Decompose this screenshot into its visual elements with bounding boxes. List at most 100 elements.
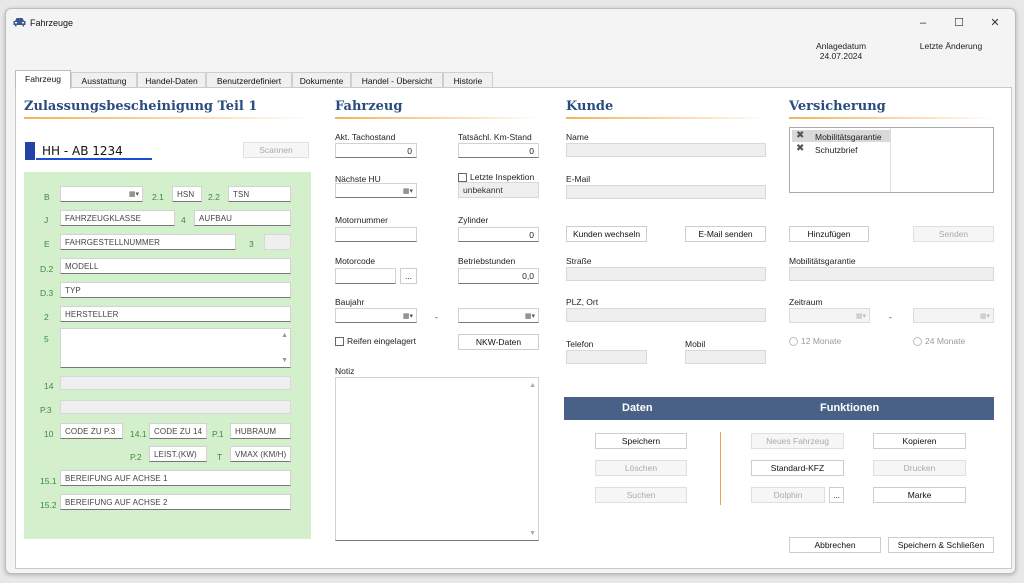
notiz-textarea[interactable]: ▲ ▼: [335, 377, 539, 541]
dolphin-button[interactable]: Dolphin: [751, 487, 825, 503]
telefon-field[interactable]: [566, 350, 647, 364]
pruefziffer-field[interactable]: [264, 234, 291, 250]
window-title: Fahrzeuge: [30, 18, 74, 28]
tsn-field[interactable]: TSN: [228, 186, 291, 202]
letzte-inspektion-field[interactable]: unbekannt: [458, 182, 539, 198]
speichern-schliessen-button[interactable]: Speichern & Schließen: [888, 537, 994, 553]
letzte-inspektion-checkbox-row[interactable]: Letzte Inspektion: [458, 172, 534, 182]
tab-benutzerdefiniert[interactable]: Benutzerdefiniert: [206, 72, 292, 88]
motornummer-field[interactable]: [335, 227, 417, 242]
code-14-field[interactable]: CODE ZU 14: [149, 423, 207, 439]
abbrechen-button[interactable]: Abbrechen: [789, 537, 881, 553]
remove-icon[interactable]: ✖: [796, 130, 804, 141]
title-bar: Fahrzeuge – ☐ ✕: [6, 9, 1015, 37]
tab-handel-uebersicht[interactable]: Handel - Übersicht: [351, 72, 443, 88]
zb1-section-title: Zulassungsbescheinigung Teil 1: [24, 99, 258, 114]
modell-field[interactable]: MODELL: [60, 258, 291, 274]
vmax-field[interactable]: VMAX (KM/H): [230, 446, 291, 462]
fahrgestellnummer-field[interactable]: FAHRGESTELLNUMMER: [60, 234, 236, 250]
naechste-hu-dropdown[interactable]: ▦▾: [335, 183, 417, 198]
minimize-button[interactable]: –: [908, 13, 938, 33]
plz-ort-field[interactable]: [566, 308, 766, 322]
km-stand-field[interactable]: 0: [458, 143, 539, 158]
tab-historie[interactable]: Historie: [443, 72, 493, 88]
kopieren-button[interactable]: Kopieren: [873, 433, 966, 449]
motorcode-field[interactable]: [335, 268, 396, 284]
erstzulassung-dropdown[interactable]: ▦▾: [60, 186, 143, 202]
list-item-schutzbrief[interactable]: Schutzbrief: [815, 145, 858, 155]
scroll-up-icon[interactable]: ▲: [529, 382, 536, 389]
leistung-field[interactable]: LEIST.(KW): [149, 446, 207, 462]
zylinder-field[interactable]: 0: [458, 227, 539, 242]
tab-handel-daten[interactable]: Handel-Daten: [137, 72, 206, 88]
kunden-wechseln-button[interactable]: Kunden wechseln: [566, 226, 647, 242]
code-p3-field[interactable]: CODE ZU P.3: [60, 423, 123, 439]
scroll-down-icon[interactable]: ▼: [529, 530, 536, 537]
neues-fahrzeug-button[interactable]: Neues Fahrzeug: [751, 433, 844, 449]
calendar-icon: ▦▾: [402, 312, 413, 320]
drucken-button[interactable]: Drucken: [873, 460, 966, 476]
betriebstunden-field[interactable]: 0,0: [458, 268, 539, 284]
strasse-field[interactable]: [566, 267, 766, 281]
baujahr-from-dropdown[interactable]: ▦▾: [335, 308, 417, 323]
senden-button[interactable]: Senden: [913, 226, 994, 242]
reifen-eingelagert-checkbox[interactable]: [335, 336, 344, 346]
suchen-button[interactable]: Suchen: [595, 487, 687, 503]
tab-ausstattung[interactable]: Ausstattung: [71, 72, 137, 88]
mobilitaetsgarantie-field[interactable]: [789, 267, 994, 281]
code-d3: D.3: [40, 288, 54, 298]
zeitraum-from-dropdown[interactable]: ▦▾: [789, 308, 870, 323]
bemerkungen-textarea[interactable]: ▲ ▼: [60, 328, 291, 368]
zeitraum-to-dropdown[interactable]: ▦▾: [913, 308, 994, 323]
motorcode-browse-button[interactable]: ...: [400, 268, 417, 284]
mobil-field[interactable]: [685, 350, 766, 364]
daten-heading: Daten: [622, 402, 653, 414]
marke-button[interactable]: Marke: [873, 487, 966, 503]
car-icon: [13, 18, 26, 27]
radio-24-monate-label: 24 Monate: [925, 336, 966, 346]
hersteller-field[interactable]: HERSTELLER: [60, 306, 291, 322]
baujahr-to-dropdown[interactable]: ▦▾: [458, 308, 539, 323]
name-field[interactable]: [566, 143, 766, 157]
license-plate-input[interactable]: HH - AB 1234: [36, 142, 152, 160]
list-item-mobilitaetsgarantie[interactable]: Mobilitätsgarantie: [815, 132, 882, 142]
tachostand-field[interactable]: 0: [335, 143, 417, 158]
bereifung-achse2-field[interactable]: BEREIFUNG AUF ACHSE 2: [60, 494, 291, 510]
calendar-icon: ▦▾: [524, 312, 535, 320]
standard-kfz-button[interactable]: Standard-KFZ: [751, 460, 844, 476]
baujahr-dash: -: [435, 312, 438, 322]
loeschen-button[interactable]: Löschen: [595, 460, 687, 476]
code-10: 10: [44, 429, 54, 439]
name-label: Name: [566, 132, 589, 142]
reifen-eingelagert-row[interactable]: Reifen eingelagert: [335, 336, 416, 346]
nkw-daten-button[interactable]: NKW-Daten: [458, 334, 539, 350]
remove-icon[interactable]: ✖: [796, 143, 804, 154]
reifen-eingelagert-label: Reifen eingelagert: [347, 336, 416, 346]
speichern-button[interactable]: Speichern: [595, 433, 687, 449]
letzte-inspektion-checkbox[interactable]: [458, 172, 467, 182]
radio-24-monate[interactable]: [913, 336, 922, 346]
email-senden-button[interactable]: E-Mail senden: [685, 226, 766, 242]
bereifung-achse1-field[interactable]: BEREIFUNG AUF ACHSE 1: [60, 470, 291, 486]
hubraum-field[interactable]: HUBRAUM: [230, 423, 291, 439]
typ-field[interactable]: TYP: [60, 282, 291, 298]
field-p3[interactable]: [60, 400, 291, 414]
radio-24-monate-row[interactable]: 24 Monate: [913, 336, 965, 346]
field-14[interactable]: [60, 376, 291, 390]
fahrzeugklasse-field[interactable]: FAHRZEUGKLASSE: [60, 210, 175, 226]
hinzufuegen-button[interactable]: Hinzufügen: [789, 226, 869, 242]
tab-dokumente[interactable]: Dokumente: [292, 72, 351, 88]
hsn-field[interactable]: HSN: [172, 186, 202, 202]
radio-12-monate[interactable]: [789, 336, 798, 346]
maximize-button[interactable]: ☐: [944, 13, 974, 33]
scan-button[interactable]: Scannen: [243, 142, 309, 158]
dolphin-browse-button[interactable]: ...: [829, 487, 844, 503]
aufbau-field[interactable]: AUFBAU: [194, 210, 291, 226]
radio-12-monate-row[interactable]: 12 Monate: [789, 336, 841, 346]
email-field[interactable]: [566, 185, 766, 199]
close-button[interactable]: ✕: [980, 13, 1010, 33]
code-d2: D.2: [40, 264, 54, 274]
tab-fahrzeug[interactable]: Fahrzeug: [15, 70, 71, 89]
scroll-down-icon[interactable]: ▼: [281, 357, 288, 364]
scroll-up-icon[interactable]: ▲: [281, 332, 288, 339]
